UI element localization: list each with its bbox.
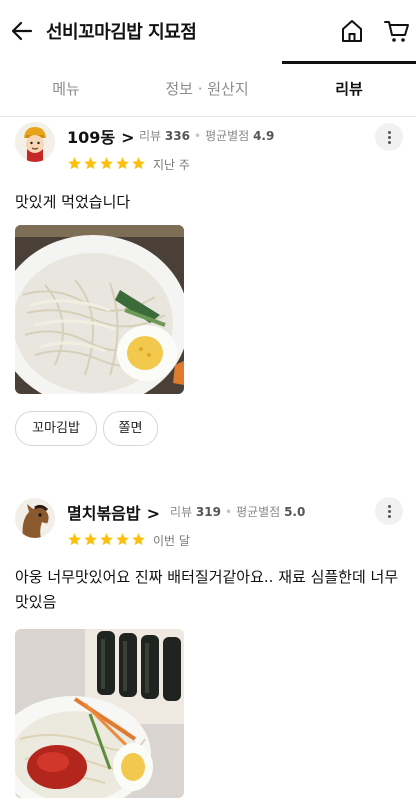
star-icon [84,157,97,170]
reviewer-stats: 리뷰 336 • 평균별점 4.9 [139,127,274,144]
review-text: 아웅 너무맛있어요 진짜 배터질거같아요.. 재료 심플한데 너무맛있음 [15,568,399,611]
reviewer-name: 109동 [67,128,116,147]
avg-rating-label: 평균별점 [205,129,250,143]
avatar[interactable] [15,122,55,162]
reviewer-name-link[interactable]: 109동 > [67,124,135,148]
cart-icon [384,21,409,42]
more-vertical-icon [387,504,391,518]
review-photo[interactable] [15,629,184,798]
reviewer-name-link[interactable]: 멸치볶음밥 > [67,500,160,524]
star-icon [100,533,113,546]
star-icon [100,157,113,170]
review-count-label: 리뷰 [170,505,193,519]
more-options-button[interactable] [375,123,403,151]
review-date: 이번 달 [153,534,190,548]
star-icon [116,157,129,170]
avg-rating: 4.9 [253,129,275,143]
back-button[interactable] [8,15,36,47]
review-card: 멸치볶음밥 > 리뷰 319 • 평균별점 5.0 이번 달 아웅 너무맛있어요 진짜… [0,492,416,810]
star-icon [68,157,81,170]
review-date: 지난 주 [153,158,190,172]
app-header: 선비꼬마김밥 지묘점 [0,0,416,62]
menu-tag-chip[interactable]: 꼬마김밥 [15,411,97,446]
tab-menu[interactable]: 메뉴 [0,62,132,116]
star-icon [68,533,81,546]
tab-reviews[interactable]: 리뷰 [282,62,416,116]
review-text: 맛있게 먹었습니다 [15,193,131,211]
star-icon [84,533,97,546]
menu-tag-chip[interactable]: 쫄면 [103,411,158,446]
tab-bar: 메뉴 정보 · 원산지 리뷰 [0,61,416,117]
avg-rating: 5.0 [284,505,306,519]
page-title: 선비꼬마김밥 지묘점 [46,22,197,43]
separator-dot: • [224,505,233,519]
active-tab-indicator [282,61,416,64]
review-photo[interactable] [15,225,184,394]
cart-button[interactable] [383,17,411,45]
more-options-button[interactable] [375,497,403,525]
avg-rating-label: 평균별점 [236,505,281,519]
review-card: 109동 > 리뷰 336•평균별점 4.9 지난 주 맛있게 먹었습니다 [0,116,416,456]
review-count: 319 [195,505,221,519]
review-count: 336 [164,129,190,143]
star-rating [67,156,146,171]
review-count-label: 리뷰 [139,129,162,143]
avatar[interactable] [15,498,55,538]
separator-dot: • [193,129,202,143]
chevron-right-icon: > [121,128,135,147]
reviewer-stats: 리뷰 319 • 평균별점 5.0 [170,503,305,520]
reviewer-name: 멸치볶음밥 [67,504,141,523]
home-icon [342,20,362,42]
star-rating [67,532,146,547]
home-button[interactable] [338,17,366,45]
more-vertical-icon [387,130,391,144]
star-icon [132,157,145,170]
tab-info-origin[interactable]: 정보 · 원산지 [132,62,282,116]
chevron-right-icon: > [146,504,161,523]
star-icon [116,533,129,546]
arrow-left-icon [11,21,33,41]
star-icon [132,533,145,546]
